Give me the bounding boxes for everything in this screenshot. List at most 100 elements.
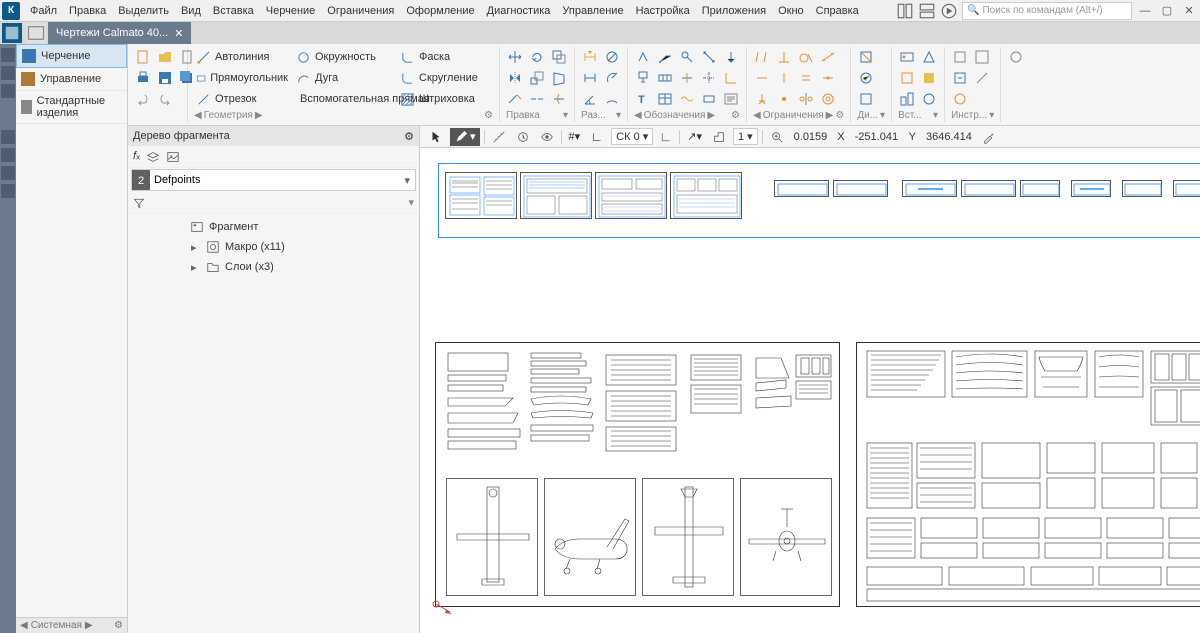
- angle-dim-icon[interactable]: [580, 89, 600, 109]
- rail-btn-2[interactable]: [1, 66, 15, 80]
- ortho-icon[interactable]: [587, 130, 607, 144]
- rail-btn-5[interactable]: [1, 148, 15, 162]
- deform-icon[interactable]: [549, 68, 569, 88]
- arc-dim-icon[interactable]: [602, 89, 622, 109]
- rail-btn-3[interactable]: [1, 84, 15, 98]
- layers-icon[interactable]: [146, 150, 160, 164]
- menu-format[interactable]: Оформление: [400, 0, 480, 22]
- pencil-icon[interactable]: ▾: [450, 128, 480, 146]
- insert2-icon[interactable]: [897, 68, 917, 88]
- rail-btn-7[interactable]: [1, 184, 15, 198]
- scale-tool-icon[interactable]: [709, 130, 729, 144]
- eye-icon[interactable]: [537, 130, 557, 144]
- insert6-icon[interactable]: [919, 89, 939, 109]
- history-icon[interactable]: [513, 130, 533, 144]
- tree-layers[interactable]: ▸ Слои (x3): [131, 257, 416, 277]
- leader-icon[interactable]: [655, 47, 675, 67]
- drawing-sheet[interactable]: [435, 342, 840, 607]
- close-icon[interactable]: ✕: [1180, 3, 1198, 19]
- maximize-icon[interactable]: ▢: [1158, 3, 1176, 19]
- coincident-icon[interactable]: [774, 89, 794, 109]
- ribbon-group-label[interactable]: Инстр...▾: [949, 109, 996, 122]
- rotate-icon[interactable]: [527, 47, 547, 67]
- vert-icon[interactable]: [774, 68, 794, 88]
- tool-circle[interactable]: Окружность: [293, 47, 395, 67]
- tolerance-icon[interactable]: [655, 68, 675, 88]
- notation-icon[interactable]: [699, 89, 719, 109]
- break-icon[interactable]: [527, 89, 547, 109]
- thumbnail[interactable]: [961, 180, 1016, 197]
- sidebar-item-manage[interactable]: Управление: [16, 68, 127, 91]
- redo-icon[interactable]: [155, 89, 175, 109]
- mirror-icon[interactable]: [505, 68, 525, 88]
- ribbon-group-label[interactable]: Правка▾: [504, 109, 570, 122]
- chevron-down-icon[interactable]: ▾: [399, 174, 415, 187]
- layer-selector[interactable]: 2 ▾: [131, 169, 416, 191]
- menu-diagnostics[interactable]: Диагностика: [481, 0, 557, 22]
- horiz-icon[interactable]: [752, 68, 772, 88]
- trim-icon[interactable]: [549, 89, 569, 109]
- tool-aux-line[interactable]: Вспомогательная прямая: [293, 89, 395, 109]
- insert5-icon[interactable]: [919, 68, 939, 88]
- tools5-icon[interactable]: [972, 68, 992, 88]
- para-icon[interactable]: [752, 47, 772, 67]
- tools2-icon[interactable]: [950, 68, 970, 88]
- diag1-icon[interactable]: [856, 47, 876, 67]
- tool-autoline[interactable]: Автолиния: [193, 47, 291, 67]
- grid-icon[interactable]: #▾: [566, 130, 584, 143]
- thumbnail[interactable]: [833, 180, 888, 197]
- thumbnail[interactable]: [1173, 180, 1200, 197]
- move-icon[interactable]: [505, 47, 525, 67]
- insert1-icon[interactable]: [897, 47, 917, 67]
- mark-icon[interactable]: [677, 68, 697, 88]
- image-icon[interactable]: [166, 150, 180, 164]
- tool-rect[interactable]: Прямоугольник: [193, 68, 291, 88]
- section-icon[interactable]: [699, 47, 719, 67]
- thumbnail[interactable]: [1020, 180, 1060, 197]
- new-tab-icon[interactable]: [26, 23, 46, 43]
- view-arrow-icon[interactable]: [721, 47, 741, 67]
- document-tab[interactable]: Чертежи Calmato 40... ✕: [48, 22, 191, 44]
- rough-icon[interactable]: [633, 47, 653, 67]
- scale-icon[interactable]: [527, 68, 547, 88]
- menu-help[interactable]: Справка: [810, 0, 865, 22]
- table-icon[interactable]: [655, 89, 675, 109]
- ribbon-group-label[interactable]: Ди...▾: [855, 109, 887, 122]
- insert4-icon[interactable]: [919, 47, 939, 67]
- tab-close-icon[interactable]: ✕: [174, 27, 183, 40]
- thumbnail[interactable]: [670, 172, 742, 219]
- note-icon[interactable]: [721, 89, 741, 109]
- dia-dim-icon[interactable]: [602, 47, 622, 67]
- menu-select[interactable]: Выделить: [112, 0, 175, 22]
- menu-insert[interactable]: Вставка: [207, 0, 260, 22]
- equal-icon[interactable]: [796, 68, 816, 88]
- auto-dim-icon[interactable]: [580, 47, 600, 67]
- midpoint-icon[interactable]: [818, 68, 838, 88]
- layout-icon[interactable]: [896, 3, 914, 19]
- concentric-icon[interactable]: [818, 89, 838, 109]
- menu-edit[interactable]: Правка: [63, 0, 112, 22]
- align-icon[interactable]: [657, 131, 675, 143]
- thumbnail[interactable]: [445, 172, 517, 219]
- expand-icon[interactable]: ▸: [191, 261, 201, 274]
- undo-icon[interactable]: [133, 89, 153, 109]
- tool-arc[interactable]: Дуга: [293, 68, 395, 88]
- center-icon[interactable]: [699, 68, 719, 88]
- sidebar-item-drawing[interactable]: Черчение: [16, 44, 127, 68]
- tool-chamfer[interactable]: Фаска: [397, 47, 485, 67]
- scale-selector[interactable]: 1▾: [733, 128, 758, 145]
- datum-icon[interactable]: [633, 68, 653, 88]
- command-search-input[interactable]: 🔍Поиск по командам (Alt+/): [962, 2, 1132, 20]
- copy-icon[interactable]: [549, 47, 569, 67]
- tools3-icon[interactable]: [950, 89, 970, 109]
- gear-icon[interactable]: ⚙: [404, 130, 414, 143]
- tool-fillet[interactable]: Скругление: [397, 68, 485, 88]
- cs-selector[interactable]: СК 0▾: [611, 128, 653, 145]
- linear-dim-icon[interactable]: [580, 68, 600, 88]
- menu-window[interactable]: Окно: [772, 0, 810, 22]
- menu-settings[interactable]: Настройка: [630, 0, 696, 22]
- text-icon[interactable]: T: [633, 89, 653, 109]
- sym-icon[interactable]: [796, 89, 816, 109]
- expand-icon[interactable]: ▸: [191, 241, 201, 254]
- tools1-icon[interactable]: [950, 47, 970, 67]
